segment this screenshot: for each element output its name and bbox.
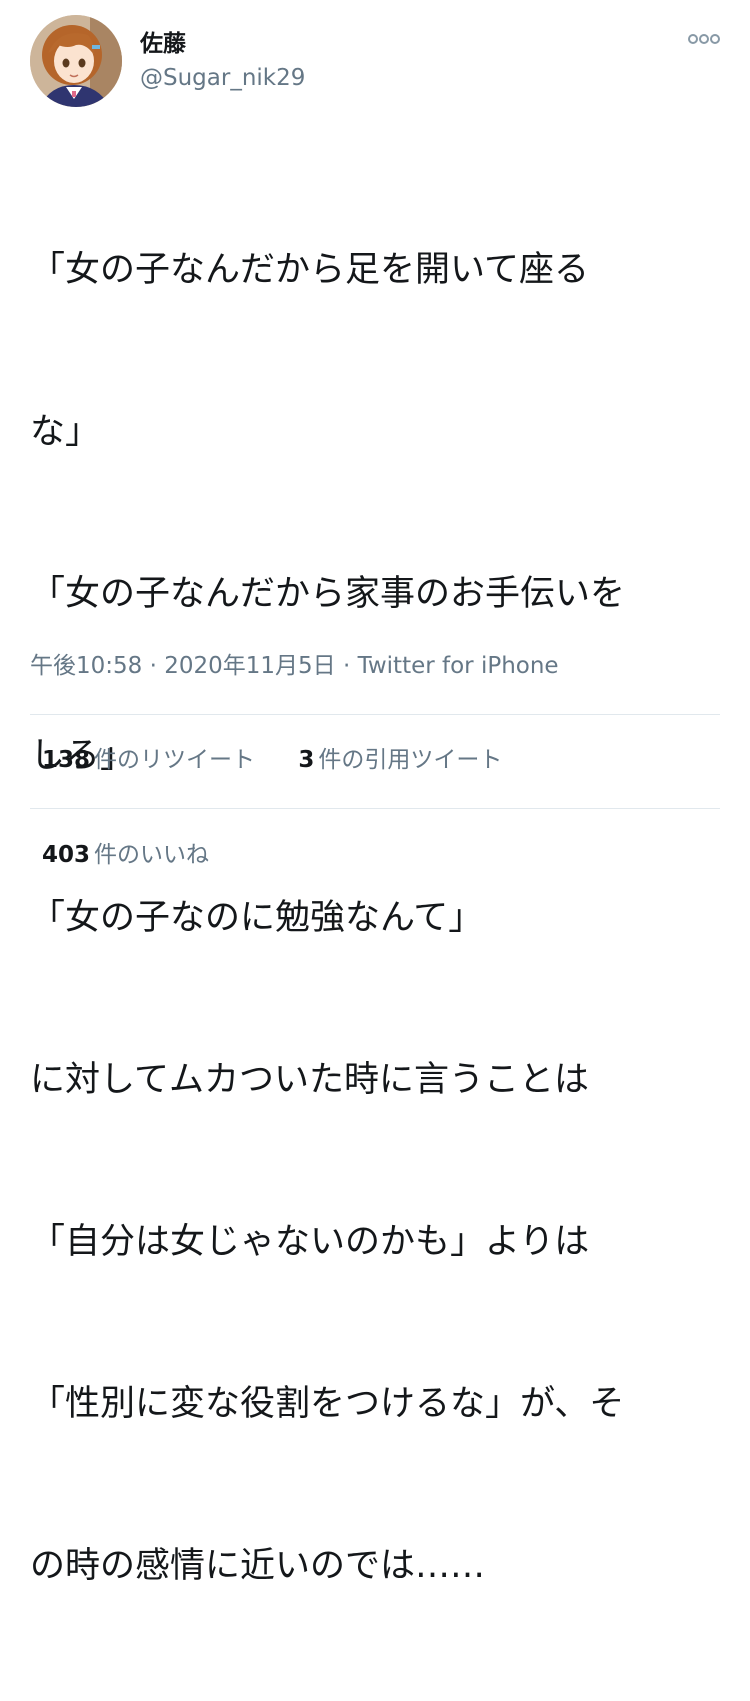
tweet-date[interactable]: 2020年11月5日 (164, 653, 335, 679)
retweets-stat[interactable]: 138 件のリツイート (42, 744, 255, 776)
likes-stat[interactable]: 403 件のいいね (42, 839, 209, 871)
meta-separator: · (342, 653, 351, 679)
user-handle[interactable]: @Sugar_nik29 (140, 64, 305, 92)
avatar[interactable] (30, 15, 122, 107)
likes-label: 件のいいね (94, 842, 210, 868)
quote-tweets-label: 件の引用ツイート (318, 747, 503, 773)
quote-tweets-count: 3 (298, 747, 315, 773)
likes-row: 403 件のいいね (42, 839, 245, 871)
tweet-text-line: 「性別に変な役割をつけるな」が、そ (30, 1384, 625, 1424)
tweet-text-line: 「女の子なんだから足を開いて座る (30, 250, 589, 290)
engagement-stats: 138 件のリツイート 3 件の引用ツイート (42, 744, 538, 776)
quote-tweets-stat[interactable]: 3 件の引用ツイート (298, 744, 502, 776)
tweet-time[interactable]: 午後10:58 (30, 653, 142, 679)
tweet-source-link[interactable]: Twitter for iPhone (358, 653, 559, 679)
tweet-text-line: に対してムカついた時に言うことは (30, 1060, 589, 1100)
user-display-name[interactable]: 佐藤 (140, 30, 186, 58)
tweet-text-line: な」 (30, 412, 101, 452)
tweet-text-line: の時の感情に近いのでは…… (30, 1546, 486, 1586)
tweet-text-line: 「自分は女じゃないのかも」よりは (30, 1222, 590, 1262)
more-horizontal-icon (688, 34, 720, 44)
retweets-count: 138 (42, 747, 91, 773)
tweet-text-line: 「女の子なんだから家事のお手伝いを (30, 574, 626, 614)
tweet-metadata: 午後10:58 · 2020年11月5日 · Twitter for iPhon… (30, 650, 559, 682)
meta-separator: · (149, 653, 157, 679)
divider (30, 808, 720, 809)
tweet-text-line: 「女の子なのに勉強なんて」 (30, 898, 484, 938)
likes-count: 403 (42, 842, 91, 868)
more-options-button[interactable] (684, 26, 724, 52)
tweet-text: 「女の子なんだから足を開いて座る な」 「女の子なんだから家事のお手伝いを しろ… (30, 135, 720, 1701)
tweet-detail: 佐藤 @Sugar_nik29 「女の子なんだから足を開いて座る な」 「女の子… (0, 0, 750, 1586)
divider (30, 714, 720, 715)
retweets-label: 件のリツイート (94, 747, 256, 773)
